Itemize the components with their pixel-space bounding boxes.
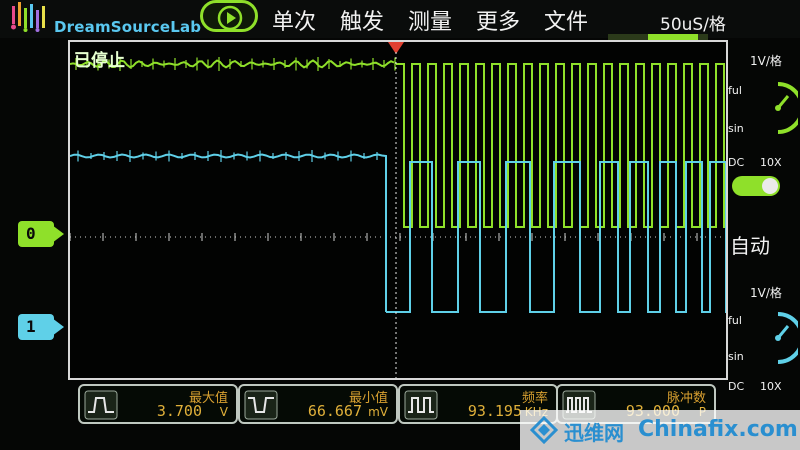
channel-0-scale-knob-icon[interactable] xyxy=(748,78,798,138)
measurement-max[interactable]: 最大值 3.700 V xyxy=(78,384,238,424)
play-icon xyxy=(217,5,243,31)
measurement-frequency-value: 93.195 xyxy=(467,402,522,420)
measurement-frequency-label: 频率 xyxy=(521,391,548,406)
logo-text: DreamSourceLab xyxy=(54,18,202,36)
waveform-display xyxy=(70,42,726,378)
acquisition-status: 已停止 xyxy=(74,51,125,71)
channel-0-coupling[interactable]: DC xyxy=(728,156,744,169)
channel-1-marker-label: 1 xyxy=(26,317,36,336)
run-stop-button[interactable] xyxy=(200,0,258,32)
right-panel: 1V/格 ful sin DC 10X 自动 1V/格 ful sin DC 1… xyxy=(728,40,800,410)
channel-0-mode-bottom: sin xyxy=(728,122,744,135)
menu-single[interactable]: 单次 xyxy=(272,4,316,36)
menu-more[interactable]: 更多 xyxy=(476,4,520,36)
menu-measure[interactable]: 测量 xyxy=(408,4,452,36)
channel-1-coupling[interactable]: DC xyxy=(728,380,744,393)
measurement-min-value: 66.667 xyxy=(307,402,362,420)
trigger-mode-label[interactable]: 自动 xyxy=(730,230,770,259)
channel-1-scale-knob-icon[interactable] xyxy=(748,308,798,368)
channel-1-vdiv[interactable]: 1V/格 xyxy=(750,284,782,301)
menu-file[interactable]: 文件 xyxy=(544,4,588,36)
channel-1-probe[interactable]: 10X xyxy=(760,380,782,393)
frequency-waveform-icon xyxy=(404,390,438,420)
channel-0-vdiv[interactable]: 1V/格 xyxy=(750,52,782,69)
channel-1-mode-top: ful xyxy=(728,314,742,327)
channel-0-mode-top: ful xyxy=(728,84,742,97)
channel-0-probe[interactable]: 10X xyxy=(760,156,782,169)
watermark-cn-text: 迅维网 xyxy=(564,421,624,445)
measurement-min[interactable]: 最小值 66.667 mV xyxy=(238,384,398,424)
top-bar: DreamSourceLab 单次 触发 测量 更多 文件 50uS/格 xyxy=(0,0,800,40)
chinafix-logo-icon xyxy=(530,416,558,444)
menu-trigger[interactable]: 触发 xyxy=(340,4,384,36)
site-watermark: 迅维网 Chinafix.com xyxy=(520,410,800,450)
logo-bars-icon xyxy=(11,2,45,32)
measurement-min-unit: mV xyxy=(368,405,388,419)
timebase-label[interactable]: 50uS/格 xyxy=(660,10,726,35)
channel-0-marker-label: 0 xyxy=(26,224,36,243)
min-waveform-icon xyxy=(244,390,278,420)
measurement-max-value: 3.700 xyxy=(156,402,202,420)
brand-logo: DreamSourceLab xyxy=(6,0,206,38)
measurement-max-unit: V xyxy=(219,405,228,419)
max-waveform-icon xyxy=(84,390,118,420)
channel-1-marker[interactable]: 1 xyxy=(18,314,64,340)
channel-1-waveform xyxy=(70,150,726,313)
channel-1-mode-bottom: sin xyxy=(728,350,744,363)
channel-0-enable-toggle[interactable] xyxy=(732,176,780,196)
channel-0-marker[interactable]: 0 xyxy=(18,221,64,247)
watermark-en-text: Chinafix.com xyxy=(638,417,798,442)
scope-screen[interactable]: 已停止 xyxy=(68,40,728,380)
